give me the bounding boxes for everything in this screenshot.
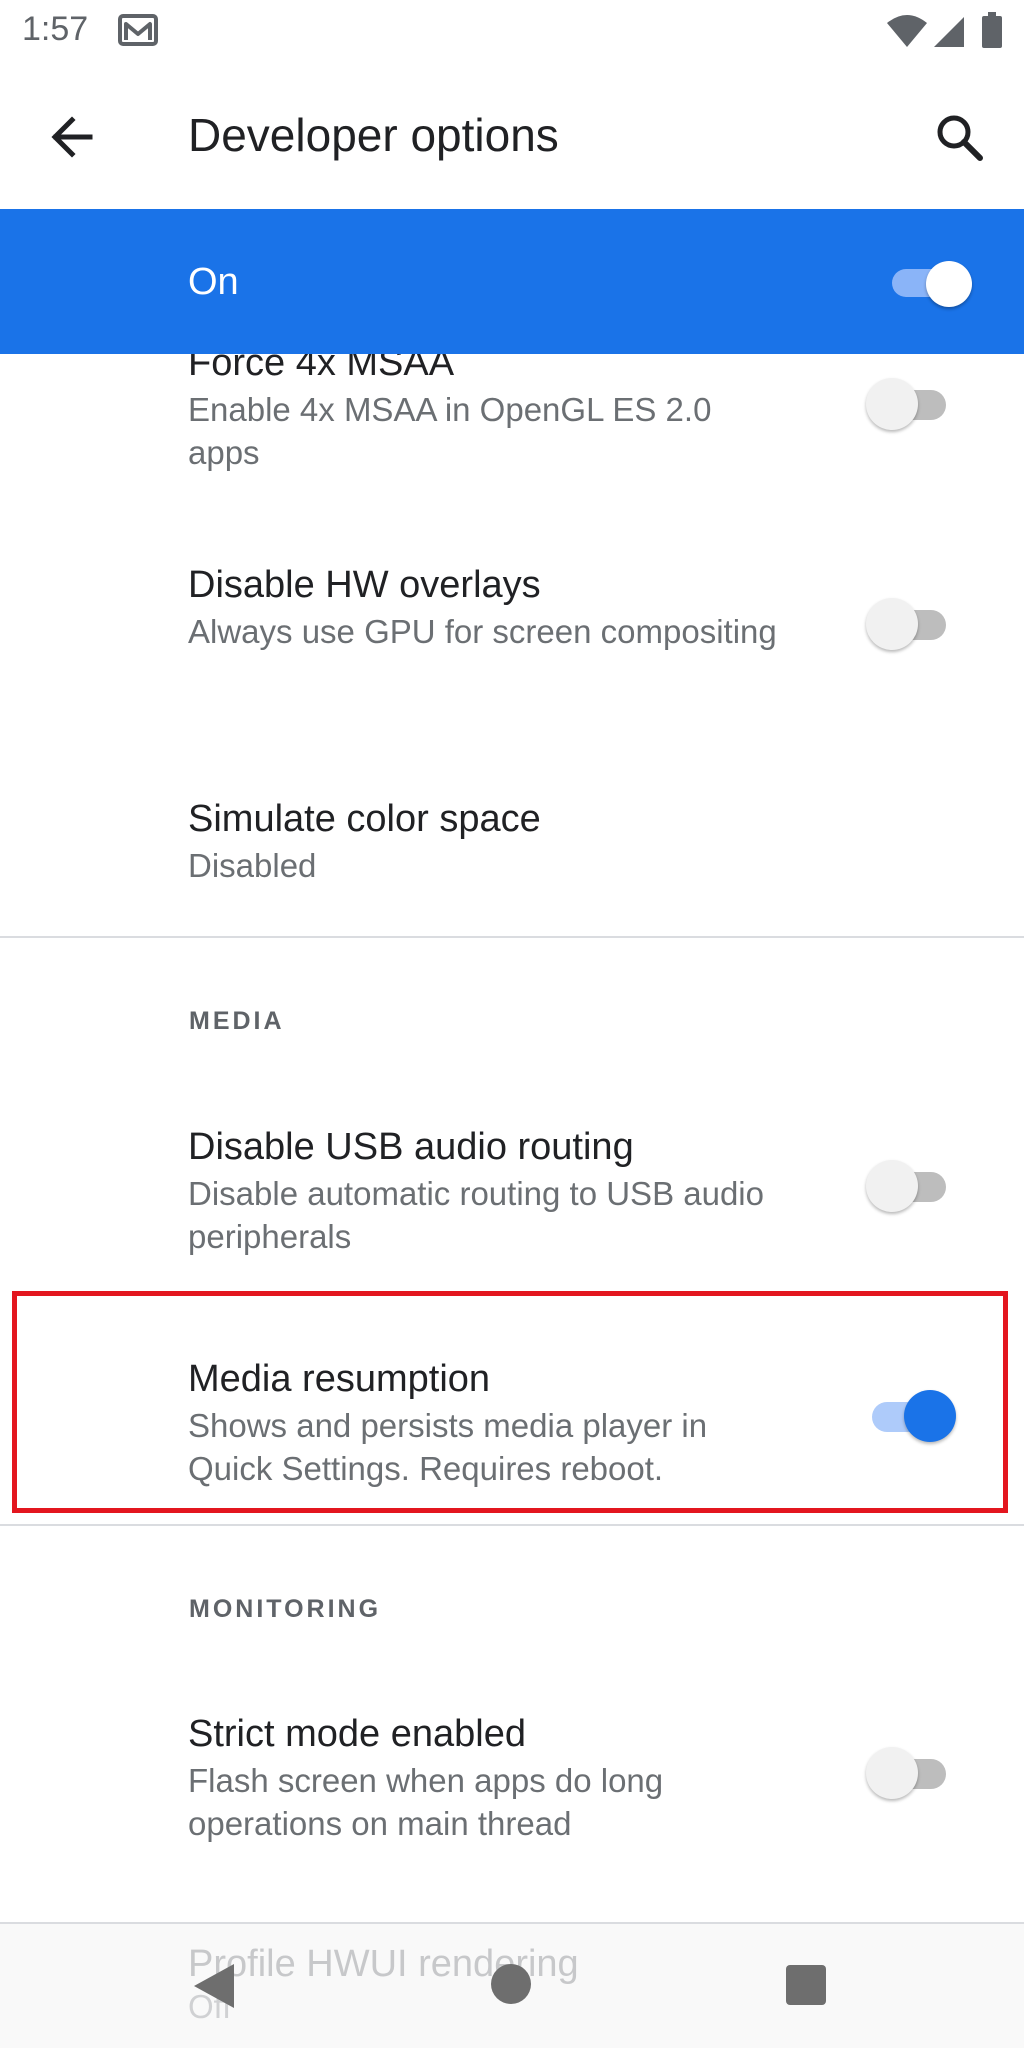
page-title: Developer options [188,109,559,161]
list-item-disable-hw-overlays[interactable]: Disable HW overlays Always use GPU for s… [0,504,1024,734]
item-summary: Flash screen when apps do long operation… [188,1762,664,1842]
item-summary: Always use GPU for screen compositing [188,613,777,650]
item-summary: Enable 4x MSAA in OpenGL ES 2.0 apps [188,391,712,471]
toggle-disable-usb-audio-routing[interactable] [866,1160,956,1212]
gmail-icon [118,14,158,46]
divider [0,936,1024,938]
app-bar: Developer options [0,64,1024,209]
item-summary: Disabled [188,847,317,884]
toggle-force-msaa[interactable] [866,378,956,430]
item-summary: Disable automatic routing to USB audio p… [188,1175,764,1255]
wifi-icon [887,15,927,47]
list-item-disable-usb-audio-routing[interactable]: Disable USB audio routing Disable automa… [0,1074,1024,1304]
toggle-strict-mode-enabled[interactable] [866,1747,956,1799]
item-title: Force 4x MSAA [188,354,455,384]
list-item-simulate-color-space[interactable]: Simulate color space Disabled [0,734,1024,934]
list-item-strict-mode-enabled[interactable]: Strict mode enabled Flash screen when ap… [0,1659,1024,1889]
master-switch-label: On [188,261,239,303]
toggle-media-resumption[interactable] [866,1390,956,1442]
battery-icon [982,12,1002,48]
status-time: 1:57 [22,10,89,48]
item-title: Media resumption [188,1358,491,1400]
item-title: Simulate color space [188,798,541,840]
list-item-force-msaa[interactable]: Force 4x MSAA Enable 4x MSAA in OpenGL E… [0,354,1024,504]
divider [0,1524,1024,1526]
settings-list[interactable]: Force 4x MSAA Enable 4x MSAA in OpenGL E… [0,354,1024,1924]
list-item-media-resumption[interactable]: Media resumption Shows and persists medi… [0,1304,1024,1519]
nav-home-icon[interactable] [491,1964,531,2004]
master-switch-thumb [926,261,972,307]
cell-signal-icon [934,17,964,47]
item-summary: Shows and persists media player in Quick… [188,1407,708,1487]
toggle-disable-hw-overlays[interactable] [866,598,956,650]
item-title: Disable HW overlays [188,564,541,606]
master-switch[interactable] [890,259,974,307]
search-icon[interactable] [932,110,988,166]
master-switch-bar[interactable]: On [0,209,1024,354]
item-title: Strict mode enabled [188,1713,526,1755]
item-title: Disable USB audio routing [188,1126,634,1168]
nav-back-icon[interactable] [190,1960,238,2012]
section-header-media: MEDIA [189,1007,285,1035]
section-header-monitoring: MONITORING [189,1595,382,1623]
nav-recents-icon[interactable] [786,1965,826,2005]
back-arrow-icon[interactable] [44,109,100,165]
status-bar: 1:57 [0,0,1024,64]
